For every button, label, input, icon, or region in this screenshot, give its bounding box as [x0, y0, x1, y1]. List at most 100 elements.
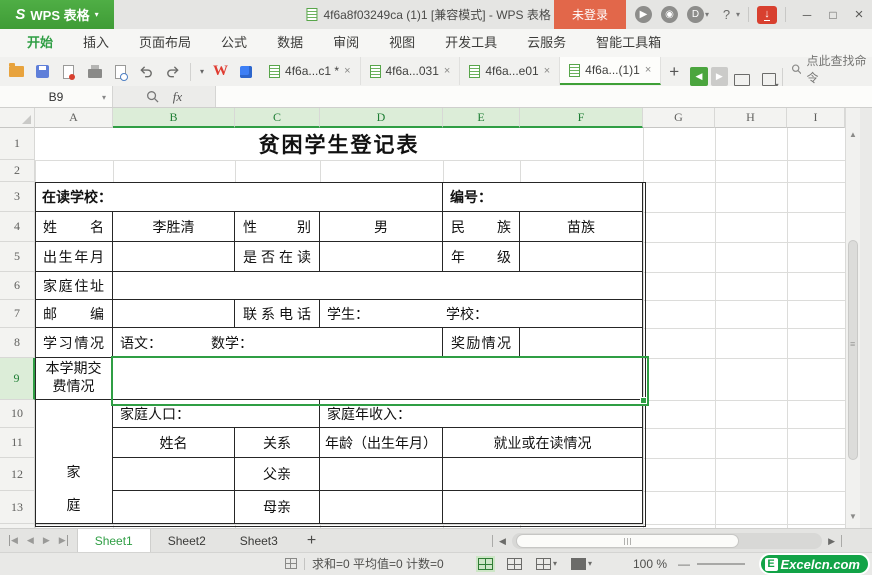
row-header-1[interactable]: 1	[0, 128, 35, 160]
normal-view-button[interactable]	[476, 555, 495, 572]
menu-item-智能工具箱[interactable]: 智能工具箱	[581, 29, 676, 57]
cell-B12[interactable]	[113, 458, 235, 491]
vertical-scrollbar[interactable]: ▲▼	[845, 108, 860, 528]
play-circle-icon[interactable]: ▶	[634, 6, 652, 23]
tab-split-handle[interactable]	[841, 535, 842, 547]
scroll-left-icon[interactable]: ◀	[499, 536, 506, 547]
row-header-7[interactable]: 7	[0, 300, 35, 328]
select-all-corner[interactable]	[0, 108, 35, 128]
menu-item-插入[interactable]: 插入	[68, 29, 124, 57]
close-tab-icon[interactable]: ×	[544, 65, 550, 77]
cell-B7[interactable]	[113, 300, 235, 328]
row-header-8[interactable]: 8	[0, 328, 35, 358]
horizontal-scroll-track[interactable]	[511, 533, 823, 549]
cell-D12[interactable]	[320, 458, 443, 491]
cell-D4[interactable]: 男	[320, 212, 443, 242]
share-icon[interactable]	[761, 73, 778, 90]
print-preview-icon[interactable]	[112, 63, 129, 81]
menu-item-审阅[interactable]: 审阅	[318, 29, 374, 57]
horizontal-scrollbar[interactable]: ◀ ▶	[492, 532, 842, 550]
cell-E11[interactable]: 就业或在读情况	[443, 428, 643, 458]
next-sheet-button[interactable]: ▶	[43, 535, 50, 546]
menu-item-视图[interactable]: 视图	[374, 29, 430, 57]
row-header-2[interactable]: 2	[0, 160, 35, 182]
document-tab[interactable]: 4f6a...031 ×	[361, 57, 461, 85]
cell-A9[interactable]: 本学期交费情况	[35, 358, 113, 400]
cell-B4[interactable]: 李胜清	[113, 212, 235, 242]
scroll-right-icon[interactable]: ▶	[828, 536, 835, 547]
maximize-button[interactable]: □	[820, 0, 846, 29]
customize-toolbar-icon[interactable]: ▾	[200, 67, 204, 76]
cell-A7[interactable]: 邮编	[35, 300, 113, 328]
cell-E4[interactable]: 民族	[443, 212, 520, 242]
row-header-3[interactable]: 3	[0, 182, 35, 212]
tab-split-handle[interactable]	[492, 535, 493, 547]
cell-C13[interactable]: 母亲	[235, 491, 320, 524]
cell-B5[interactable]	[113, 242, 235, 272]
formula-input[interactable]	[216, 86, 872, 107]
open-file-icon[interactable]	[8, 63, 25, 80]
cell-A6[interactable]: 家庭住址	[35, 272, 113, 300]
cell-C7[interactable]: 联系电话	[235, 300, 320, 328]
save-icon[interactable]	[34, 63, 51, 80]
tab-scroll-left-button[interactable]: ◀	[690, 67, 708, 86]
zoom-slider[interactable]	[697, 563, 745, 565]
cell-D10[interactable]: 家庭年收入：	[320, 400, 643, 428]
page-break-view-button[interactable]	[505, 556, 524, 572]
cell-B9[interactable]	[113, 358, 643, 400]
cell-A3[interactable]: 在读学校：	[35, 182, 443, 212]
cell-D5[interactable]	[320, 242, 443, 272]
zoom-magnifier-icon[interactable]	[146, 90, 159, 103]
skill-circle-icon[interactable]: ◉	[660, 6, 678, 23]
cell-E13[interactable]	[443, 491, 643, 524]
cell-C12[interactable]: 父亲	[235, 458, 320, 491]
prev-sheet-button[interactable]: ◀	[27, 535, 34, 546]
tab-scroll-right-button[interactable]: ▶	[710, 67, 729, 86]
cell-F5[interactable]	[520, 242, 643, 272]
menu-item-开始[interactable]: 开始	[12, 29, 68, 57]
last-sheet-button[interactable]: ▶	[59, 535, 68, 546]
cell-B8[interactable]: 语文： 数学：	[113, 328, 443, 358]
cell-D13[interactable]	[320, 491, 443, 524]
app-center-icon[interactable]	[237, 63, 254, 80]
wps-writer-icon[interactable]: W	[213, 63, 228, 80]
row-header-6[interactable]: 6	[0, 272, 35, 300]
insert-function-icon[interactable]: fx	[173, 89, 182, 105]
cell-C4[interactable]: 性别	[235, 212, 320, 242]
document-tab[interactable]: 4f6a...c1 * ×	[260, 57, 361, 85]
row-header-10[interactable]: 10	[0, 400, 35, 428]
menu-item-开发工具[interactable]: 开发工具	[430, 29, 512, 57]
row-header-11[interactable]: 11	[0, 428, 35, 458]
scroll-down-icon[interactable]: ▼	[846, 512, 860, 521]
sheet-tab-Sheet3[interactable]: Sheet3	[223, 529, 295, 552]
cell-F4[interactable]: 苗族	[520, 212, 643, 242]
reading-mode-button[interactable]: ▾	[569, 556, 594, 572]
horizontal-scroll-thumb[interactable]	[515, 534, 740, 548]
docer-icon[interactable]: D	[686, 6, 704, 23]
cell-B11[interactable]: 姓名	[113, 428, 235, 458]
cell-B10[interactable]: 家庭人口：	[113, 400, 320, 428]
column-header-A[interactable]: A	[35, 108, 113, 128]
download-icon[interactable]: ↓	[757, 5, 777, 24]
close-tab-icon[interactable]: ×	[344, 65, 350, 77]
fill-handle[interactable]	[640, 397, 647, 404]
new-document-tab-button[interactable]: +	[661, 57, 687, 86]
minimize-button[interactable]: ─	[794, 0, 820, 29]
sheet-tab-Sheet2[interactable]: Sheet2	[151, 529, 223, 552]
cell-C5[interactable]: 是否在读	[235, 242, 320, 272]
document-tab[interactable]: 4f6a...e01 ×	[460, 57, 561, 85]
cell-name-box[interactable]: B9 ▾	[0, 86, 113, 107]
cell-C11[interactable]: 关系	[235, 428, 320, 458]
help-icon[interactable]: ?	[718, 6, 735, 23]
menu-item-数据[interactable]: 数据	[262, 29, 318, 57]
cell-A8[interactable]: 学习情况	[35, 328, 113, 358]
scroll-up-icon[interactable]: ▲	[846, 130, 860, 139]
column-header-F[interactable]: F	[520, 108, 643, 128]
menu-item-页面布局[interactable]: 页面布局	[124, 29, 206, 57]
cell-D7[interactable]: 学生： 学校：	[320, 300, 643, 328]
cell-A10[interactable]: 家 庭	[35, 400, 113, 524]
play-slideshow-icon[interactable]	[734, 74, 750, 89]
redo-icon[interactable]	[164, 63, 181, 80]
first-sheet-button[interactable]: ◀	[9, 535, 18, 546]
add-sheet-button[interactable]: +	[295, 532, 328, 550]
